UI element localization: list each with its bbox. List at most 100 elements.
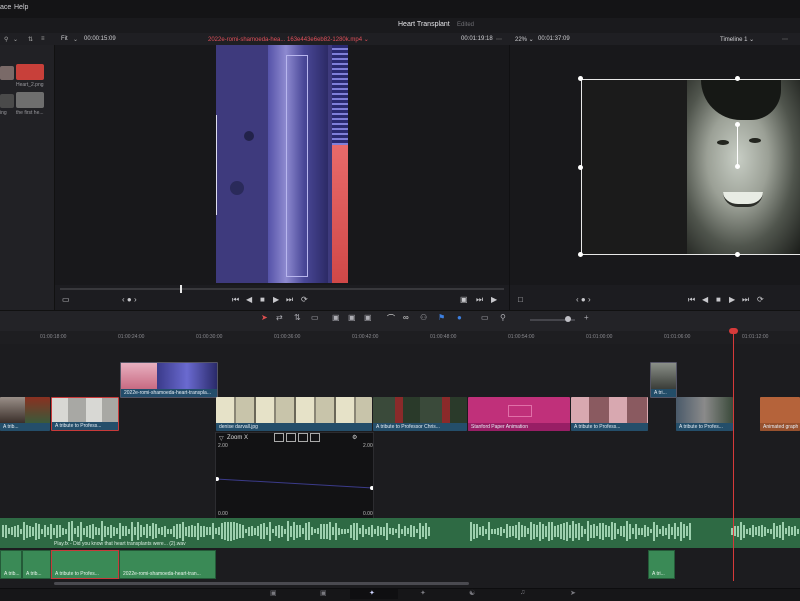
zoom-full-icon[interactable]: ▭ [481, 313, 489, 322]
clip-dots-icon[interactable]: ‹ ● › [576, 295, 591, 304]
waveform-bar [44, 525, 46, 537]
menu-item-ace[interactable]: ace [0, 4, 11, 11]
timeline-select[interactable]: Timeline 1 ⌄ [720, 36, 754, 43]
waveform-bar [266, 527, 268, 535]
overwrite-clip-icon[interactable]: ▣ [348, 313, 356, 322]
timeline-clip[interactable]: Animated graph d... [760, 397, 800, 431]
timeline-clip[interactable]: 2022e-romi-shamoeda-heart-transpla... [120, 362, 218, 398]
mark-icon[interactable]: ⏭ [476, 295, 483, 305]
audio-clip[interactable]: A trib... [0, 550, 22, 579]
search-icon[interactable]: ⚲ [4, 36, 8, 43]
link-icon[interactable]: ∞ [403, 313, 409, 322]
timeline-clip[interactable]: A trib... [0, 397, 50, 431]
playhead-handle[interactable] [729, 328, 738, 334]
source-scrubber[interactable] [60, 288, 504, 290]
play-icon[interactable]: ▶ [273, 295, 279, 304]
media-label: Heart_2.png [16, 82, 44, 88]
media-thumb[interactable] [0, 66, 14, 80]
sort-icon[interactable]: ⇅ [28, 36, 33, 43]
audio-clip[interactable]: A trib... [22, 550, 51, 579]
stop-icon[interactable]: ■ [260, 295, 265, 304]
timeline-clip[interactable]: denise darvall.jpg [216, 397, 372, 431]
go-to-start-icon[interactable]: ⏮ [688, 295, 695, 305]
play-icon[interactable]: ▶ [729, 295, 735, 304]
audio-clip[interactable]: 2022e-romi-shamoeda-heart-tran... [119, 550, 216, 579]
trim-tool-icon[interactable]: ⇄ [276, 313, 283, 322]
fairlight-page-icon[interactable]: ♫ [520, 589, 525, 596]
audio-clip-label: A trib... [26, 571, 42, 577]
marker-icon[interactable]: ● [457, 313, 462, 322]
ruler-tick: 01:01:00:00 [586, 334, 613, 340]
zoom-slider-knob[interactable] [565, 316, 571, 322]
clip-dots-icon[interactable]: ‹ ● › [122, 295, 137, 304]
menu-item-help[interactable]: Help [14, 4, 28, 11]
flag-icon[interactable]: ⚑ [438, 313, 445, 322]
stop-icon[interactable]: ■ [716, 295, 721, 304]
audio-clip[interactable]: A tri... [648, 550, 675, 579]
waveform-bar [383, 526, 385, 536]
media-page-icon[interactable]: ▣ [270, 589, 277, 597]
match-frame-icon[interactable]: ▣ [460, 295, 468, 304]
source-zoom-select[interactable]: Fit [61, 36, 68, 42]
timeline-clip[interactable]: A tri... [650, 362, 677, 398]
timeline-clip[interactable]: Stanford Paper Animation [468, 397, 570, 431]
transform-handle[interactable] [578, 76, 583, 81]
waveform-bar [494, 528, 496, 534]
chevron-down-icon[interactable]: ⌄ [73, 36, 78, 43]
loop-icon[interactable]: ⟳ [301, 295, 308, 304]
zoom-detail-icon[interactable]: ⚲ [500, 313, 506, 322]
transform-handle[interactable] [578, 252, 583, 257]
chevron-down-icon[interactable]: ⌄ [13, 36, 18, 43]
media-thumb-heart[interactable] [16, 64, 44, 80]
transform-handle[interactable] [735, 76, 740, 81]
blade-tool-icon[interactable]: ▭ [311, 313, 319, 322]
waveform-bar [392, 527, 394, 535]
more-options-icon[interactable]: ⋯ [782, 36, 788, 43]
color-page-icon[interactable]: ☯ [469, 589, 475, 597]
edit-page-icon[interactable]: ✦ [369, 589, 375, 597]
lock-icon[interactable]: ⚇ [420, 313, 427, 322]
waveform-bar [203, 525, 205, 537]
timeline-clip[interactable]: A tribute to Professor Chris... [373, 397, 467, 431]
play-reverse-icon[interactable]: ◀ [702, 295, 708, 304]
go-to-end-icon[interactable]: ⏭ [742, 295, 749, 305]
play-reverse-icon[interactable]: ◀ [246, 295, 252, 304]
loop-icon[interactable]: ⟳ [757, 295, 764, 304]
deliver-page-icon[interactable]: ➤ [570, 589, 576, 597]
timeline-zoom-select[interactable]: 22% ⌄ [515, 36, 534, 43]
selection-tool-icon[interactable]: ➤ [261, 313, 268, 322]
waveform-bar [575, 524, 577, 538]
timeline-clip[interactable]: A tribute to Profess... [571, 397, 648, 431]
transform-handle[interactable] [578, 165, 583, 170]
zoom-in-icon[interactable]: + [584, 313, 589, 322]
timeline-playhead[interactable] [733, 331, 734, 581]
media-thumb-first-heart[interactable] [16, 92, 44, 108]
keyframe-curve-editor[interactable]: ▽ Zoom X ⚙ 2.00 2.00 0.00 0.00 [215, 432, 374, 520]
source-clip-name[interactable]: 2022e-romi-shamoeda-hea... 163e443e6eb82… [208, 36, 369, 43]
transform-handle[interactable] [735, 252, 740, 257]
snapping-icon[interactable]: ⌒ [387, 313, 395, 324]
go-to-end-icon[interactable]: ⏭ [286, 295, 293, 305]
insert-clip-icon[interactable]: ▣ [332, 313, 340, 322]
waveform-bar [782, 522, 784, 540]
timeline-clip[interactable]: A tribute to Profess... [51, 397, 119, 431]
transform-mode-icon[interactable]: □ [518, 295, 523, 304]
audio-clip[interactable]: A tribute to Profes... [51, 550, 119, 579]
keyframe-point[interactable] [370, 486, 373, 490]
menu-bar [0, 0, 800, 18]
go-to-start-icon[interactable]: ⏮ [232, 295, 239, 305]
display-mode-icon[interactable]: ▭ [62, 295, 70, 304]
replace-clip-icon[interactable]: ▣ [364, 313, 372, 322]
source-playhead[interactable] [180, 285, 182, 293]
more-options-icon[interactable]: ⋯ [496, 36, 502, 43]
next-icon[interactable]: ▶ [491, 295, 497, 304]
media-thumb[interactable] [0, 94, 14, 108]
timeline-scrollbar[interactable] [54, 582, 469, 585]
cut-page-icon[interactable]: ▣ [320, 589, 327, 597]
fusion-page-icon[interactable]: ✦ [420, 589, 426, 597]
waveform-bar [653, 521, 655, 541]
keyframe-point[interactable] [216, 477, 219, 481]
list-view-icon[interactable]: ≡ [41, 36, 45, 42]
timeline-clip[interactable]: A tribute to Profes... [676, 397, 733, 431]
dynamic-trim-icon[interactable]: ⇅ [294, 313, 301, 322]
